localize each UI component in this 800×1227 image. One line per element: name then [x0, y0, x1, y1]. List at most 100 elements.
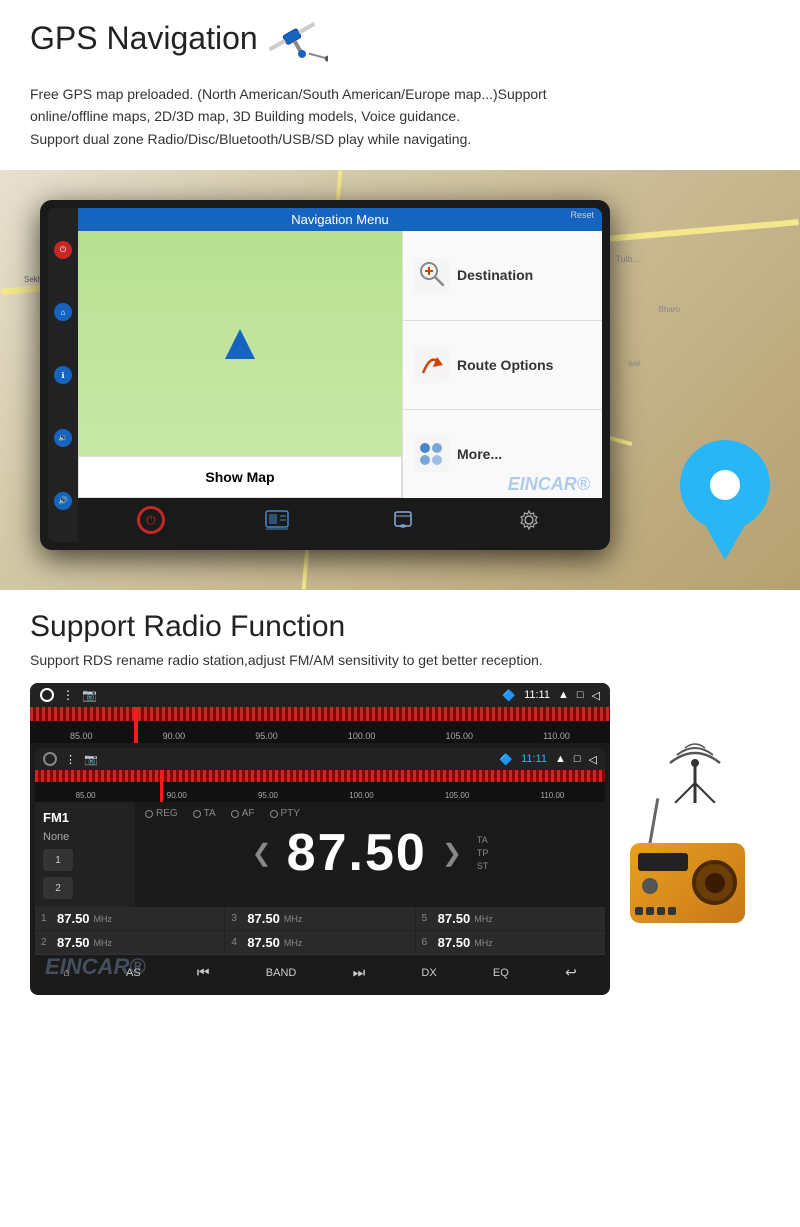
- preset-mhz-1: MHz: [94, 914, 113, 924]
- radio-device-illustration: [630, 823, 760, 953]
- bluetooth-icon: 🔷: [502, 689, 516, 702]
- af-mode-btn[interactable]: AF: [231, 808, 255, 819]
- inner-back-icon[interactable]: ◁: [589, 753, 597, 766]
- preset-freq-4: 87.50: [247, 935, 280, 950]
- preset-cell-2[interactable]: 2 87.50 MHz: [35, 931, 224, 954]
- inner-freq-90: 90.00: [167, 791, 187, 800]
- reg-mode-btn[interactable]: REG: [145, 808, 178, 819]
- status-time: 11:11: [524, 689, 550, 701]
- preset-cell-5[interactable]: 5 87.50 MHz: [416, 907, 605, 930]
- toolbar-phone-button[interactable]: [388, 505, 418, 535]
- show-map-button[interactable]: Show Map: [78, 456, 402, 498]
- back-button[interactable]: ↩: [557, 964, 585, 981]
- freq-bar-red: [30, 707, 610, 721]
- info-side-button[interactable]: ℹ: [54, 366, 72, 384]
- radio-section: Support Radio Function Support RDS renam…: [0, 590, 800, 1005]
- home-side-button[interactable]: ⌂: [54, 303, 72, 321]
- outer-freq-bar: 85.00 90.00 95.00 100.00 105.00 110.00: [30, 707, 610, 743]
- preset-num-6: 6: [422, 937, 434, 948]
- toolbar-settings-button[interactable]: [514, 505, 544, 535]
- inner-menu-dots[interactable]: ⋮: [65, 753, 76, 766]
- radio-title: Support Radio Function: [30, 610, 770, 644]
- route-icon: [413, 347, 449, 383]
- antenna-icons: [630, 733, 760, 953]
- back-icon-outer[interactable]: ◁: [592, 689, 600, 702]
- nav-map-inner: [78, 231, 402, 456]
- preset-freq-3: 87.50: [247, 911, 280, 926]
- inner-freq-labels: 85.00 90.00 95.00 100.00 105.00 110.00: [35, 791, 605, 800]
- car-unit-inner: ⏻ ⌂ ℹ 🔉 🔊 Navigation Menu Reset: [48, 208, 602, 542]
- dx-button[interactable]: DX: [413, 967, 444, 979]
- toolbar-media-button[interactable]: [262, 505, 292, 535]
- radio-btn-4: [668, 907, 676, 915]
- vol-down-button[interactable]: 🔉: [54, 429, 72, 447]
- status-right: 🔷 11:11 ▲ □ ◁: [502, 689, 600, 702]
- gps-header: GPS Navigation: [30, 20, 770, 75]
- next-button[interactable]: ⏭: [345, 964, 374, 981]
- inner-freq-red: [35, 770, 605, 782]
- st-label: ST: [477, 861, 489, 871]
- inner-status-right: 🔷 11:11 ▲ □ ◁: [499, 753, 597, 766]
- more-icon: [413, 436, 449, 472]
- signal-icon: ▲: [558, 689, 569, 701]
- preset-2-button[interactable]: 2: [43, 877, 73, 899]
- inner-freq-100: 100.00: [349, 791, 373, 800]
- power-button[interactable]: ⏻: [54, 241, 72, 259]
- freq-prev-button[interactable]: ❮: [252, 839, 272, 868]
- preset-freq-5: 87.50: [438, 911, 471, 926]
- preset-freq-6: 87.50: [438, 935, 471, 950]
- preset-cell-4[interactable]: 4 87.50 MHz: [225, 931, 414, 954]
- pin-circle: [680, 440, 770, 530]
- radio-display: REG TA AF PTY ❮ 87.50 ❯ TA TP: [135, 802, 605, 907]
- preset-mhz-4: MHz: [284, 938, 303, 948]
- vol-up-button[interactable]: 🔊: [54, 492, 72, 510]
- nav-map: Show Map: [78, 231, 402, 498]
- radio-speaker: [692, 860, 737, 905]
- eincar-watermark-gps: EINCAR®: [508, 474, 590, 495]
- toolbar-power-button[interactable]: ⏻: [136, 505, 166, 535]
- location-pin: [680, 440, 770, 560]
- inner-status-time: 11:11: [521, 753, 547, 765]
- car-unit-wrapper: Chatha Sekhwan Kanoi Gajarpur Sajuma Nag…: [0, 170, 800, 590]
- window-icon: □: [577, 689, 584, 701]
- preset-mhz-3: MHz: [284, 914, 303, 924]
- preset-num-3: 3: [231, 913, 243, 924]
- screen-toolbar: ⏻: [78, 498, 602, 542]
- fm-station: None: [43, 831, 69, 843]
- preset-cell-6[interactable]: 6 87.50 MHz: [416, 931, 605, 954]
- freq-95: 95.00: [255, 731, 278, 741]
- radio-unit: ⋮ 📷 🔷 11:11 ▲ □ ◁ 85.00 90.00 95: [30, 683, 610, 995]
- preset-cell-3[interactable]: 3 87.50 MHz: [225, 907, 414, 930]
- preset-1-button[interactable]: 1: [43, 849, 73, 871]
- screenshot-icon: 📷: [82, 688, 97, 702]
- current-frequency: 87.50: [287, 823, 427, 883]
- preset-freq-1: 87.50: [57, 911, 90, 926]
- screen-header: Navigation Menu Reset: [78, 208, 602, 231]
- prev-button[interactable]: ⏮: [189, 964, 218, 981]
- radio-display-screen: [638, 853, 688, 871]
- eq-button[interactable]: EQ: [485, 967, 517, 979]
- presets-table: 1 87.50 MHz 3 87.50 MHz 5 87.50 MHz: [35, 907, 605, 954]
- menu-dots[interactable]: ⋮: [62, 688, 74, 702]
- inner-freq-110: 110.00: [540, 791, 564, 800]
- screen: Navigation Menu Reset Show Map: [78, 208, 602, 542]
- destination-label: Destination: [457, 267, 533, 283]
- preset-num-4: 4: [231, 937, 243, 948]
- route-options-label: Route Options: [457, 357, 553, 373]
- reset-button[interactable]: Reset: [570, 210, 594, 220]
- inner-signal-icon: ▲: [555, 753, 566, 765]
- inner-freq-85: 85.00: [76, 791, 96, 800]
- preset-cell-1[interactable]: 1 87.50 MHz: [35, 907, 224, 930]
- freq-next-button[interactable]: ❯: [442, 839, 462, 868]
- freq-85: 85.00: [70, 731, 93, 741]
- ta-mode-btn[interactable]: TA: [193, 808, 216, 819]
- route-options-button[interactable]: Route Options: [403, 321, 602, 410]
- destination-button[interactable]: Destination: [403, 231, 602, 320]
- band-button[interactable]: BAND: [258, 967, 305, 979]
- radio-button-row: [635, 907, 676, 915]
- gps-description: Free GPS map preloaded. (North American/…: [30, 83, 770, 150]
- eincar-radio-watermark: EINCAR®: [45, 954, 146, 980]
- inner-freq-95: 95.00: [258, 791, 278, 800]
- pty-mode-btn[interactable]: PTY: [270, 808, 300, 819]
- freq-100: 100.00: [348, 731, 376, 741]
